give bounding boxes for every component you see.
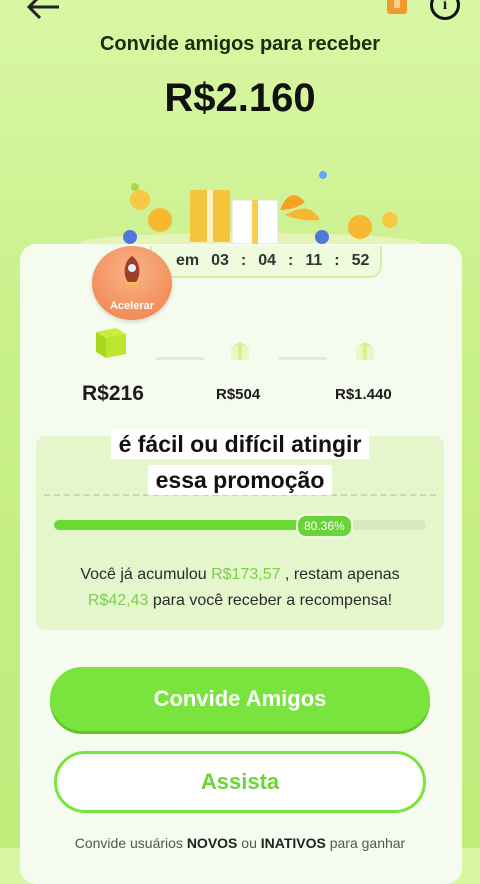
page-subtitle: Convide amigos para receber bbox=[99, 33, 381, 55]
timer-hours: 03 bbox=[211, 252, 229, 269]
gift-box-icon bbox=[356, 342, 374, 360]
progress-text-after: para você receber a recompensa! bbox=[148, 592, 393, 609]
footer-bold-2: INATIVOS bbox=[260, 835, 326, 851]
accelerate-label: Acelerar bbox=[109, 300, 155, 312]
rocket-icon bbox=[124, 256, 140, 288]
footer-note: Convide usuários NOVOS ou INATIVOS para … bbox=[0, 835, 480, 851]
milestone-value: R$216 bbox=[82, 382, 144, 405]
timer-seconds: 11 bbox=[305, 252, 323, 269]
gift-box-icon bbox=[96, 328, 126, 358]
info-icon[interactable]: i bbox=[430, 0, 460, 20]
gift-box-icon bbox=[231, 342, 249, 360]
caption-line-1: é fácil ou difícil atingir bbox=[110, 429, 370, 459]
footer-bold-1: NOVOS bbox=[186, 835, 238, 851]
timer-centis: 52 bbox=[351, 252, 370, 269]
video-caption: é fácil ou difícil atingir essa promoção bbox=[0, 426, 480, 498]
footer-part-2: ou bbox=[237, 835, 261, 851]
timer-separator: : bbox=[288, 252, 294, 269]
accumulated-amount: R$173,57 bbox=[211, 566, 281, 583]
progress-message: Você já acumulou R$173,57 , restam apena… bbox=[50, 562, 430, 614]
timer-prefix: em bbox=[176, 252, 200, 269]
remaining-amount: R$42,43 bbox=[87, 592, 149, 609]
milestone-track: R$216 R$504 R$1.440 bbox=[0, 320, 480, 410]
timer-separator: : bbox=[334, 252, 340, 269]
progress-bar bbox=[54, 520, 426, 530]
milestone-connector bbox=[156, 357, 204, 360]
progress-text-middle: , restam apenas bbox=[280, 566, 400, 583]
timer-separator: : bbox=[240, 252, 247, 269]
top-bar: i bbox=[0, 0, 480, 24]
milestone-connector bbox=[278, 357, 326, 360]
timer-minutes: 04 bbox=[258, 252, 277, 269]
caption-line-2: essa promoção bbox=[147, 465, 333, 495]
invite-friends-button[interactable]: Convide Amigos bbox=[50, 667, 430, 731]
progress-percent-badge: 80.36% bbox=[296, 514, 353, 538]
footer-part-1: Convide usuários bbox=[74, 835, 187, 851]
milestone-value: R$504 bbox=[216, 386, 261, 403]
countdown-timer: em 03 : 04 : 11 : 52 bbox=[150, 246, 382, 278]
reward-amount: R$2.160 bbox=[164, 76, 316, 120]
gift-illustration-icon bbox=[80, 171, 420, 253]
watch-button[interactable]: Assista bbox=[54, 751, 426, 813]
progress-text-before: Você já acumulou bbox=[80, 566, 212, 583]
orange-badge-icon[interactable] bbox=[383, 0, 411, 16]
footer-part-3: para ganhar bbox=[325, 835, 406, 851]
back-arrow-icon[interactable] bbox=[26, 0, 60, 20]
accelerate-button[interactable]: Acelerar bbox=[92, 246, 172, 320]
milestone-value: R$1.440 bbox=[335, 386, 392, 403]
